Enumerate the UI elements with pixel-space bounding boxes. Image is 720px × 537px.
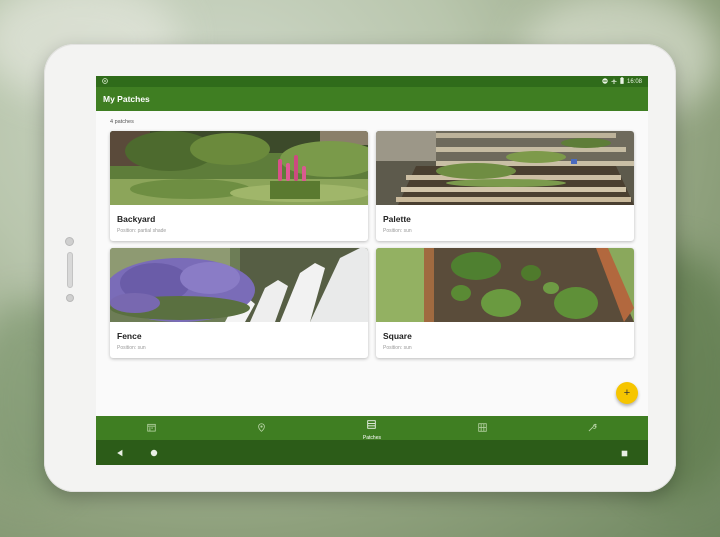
patch-position: Position: sun — [383, 228, 412, 234]
camera-dot — [65, 237, 74, 246]
back-icon[interactable] — [116, 444, 124, 462]
patch-card-fence[interactable]: Fence Position: sun — [110, 248, 368, 358]
nav-item-planner[interactable] — [452, 419, 512, 437]
bottom-navigation: Patches — [96, 416, 648, 441]
patch-photo — [376, 248, 634, 322]
patch-name: Backyard — [117, 214, 156, 224]
patches-icon — [367, 416, 377, 434]
app-screen: 16:08 My Patches 4 patches Backyard Posi… — [96, 76, 648, 465]
system-navigation-bar — [96, 440, 648, 465]
battery-icon — [620, 77, 624, 86]
airplane-mode-icon — [611, 77, 617, 86]
app-notification-icon — [102, 77, 108, 86]
patch-name: Square — [383, 331, 412, 341]
home-icon[interactable] — [150, 444, 158, 462]
hardware-slot — [67, 252, 73, 288]
nav-item-location[interactable] — [232, 419, 292, 437]
patch-position: Position: sun — [117, 345, 146, 351]
top-app-bar: My Patches — [96, 87, 648, 111]
nav-item-patches[interactable]: Patches — [342, 416, 402, 441]
patch-photo — [110, 131, 368, 205]
patch-list: 4 patches Backyard Position: partial sha… — [96, 111, 648, 416]
status-time: 16:08 — [626, 78, 642, 85]
patch-card-backyard[interactable]: Backyard Position: partial shade — [110, 131, 368, 241]
patch-name: Palette — [383, 214, 411, 224]
sensor-dot — [66, 294, 74, 302]
plus-icon: + — [623, 387, 631, 399]
calendar-icon — [147, 419, 156, 437]
patch-card-palette[interactable]: Palette Position: sun — [376, 131, 634, 241]
patch-photo — [376, 131, 634, 205]
add-patch-button[interactable]: + — [616, 382, 638, 404]
patch-count: 4 patches — [110, 119, 134, 125]
location-pin-icon — [257, 419, 266, 437]
patch-position: Position: sun — [383, 345, 412, 351]
tablet-frame: 16:08 My Patches 4 patches Backyard Posi… — [44, 44, 676, 492]
tools-icon — [588, 419, 598, 437]
planner-icon — [478, 419, 487, 437]
status-bar: 16:08 — [96, 76, 648, 87]
recents-icon[interactable] — [621, 444, 628, 462]
patch-name: Fence — [117, 331, 142, 341]
nav-item-tools[interactable] — [563, 419, 623, 437]
patch-photo — [110, 248, 368, 322]
dnd-icon — [602, 77, 608, 86]
nav-item-calendar[interactable] — [121, 419, 181, 437]
page-title: My Patches — [103, 94, 150, 104]
patch-card-square[interactable]: Square Position: sun — [376, 248, 634, 358]
patch-position: Position: partial shade — [117, 228, 167, 234]
